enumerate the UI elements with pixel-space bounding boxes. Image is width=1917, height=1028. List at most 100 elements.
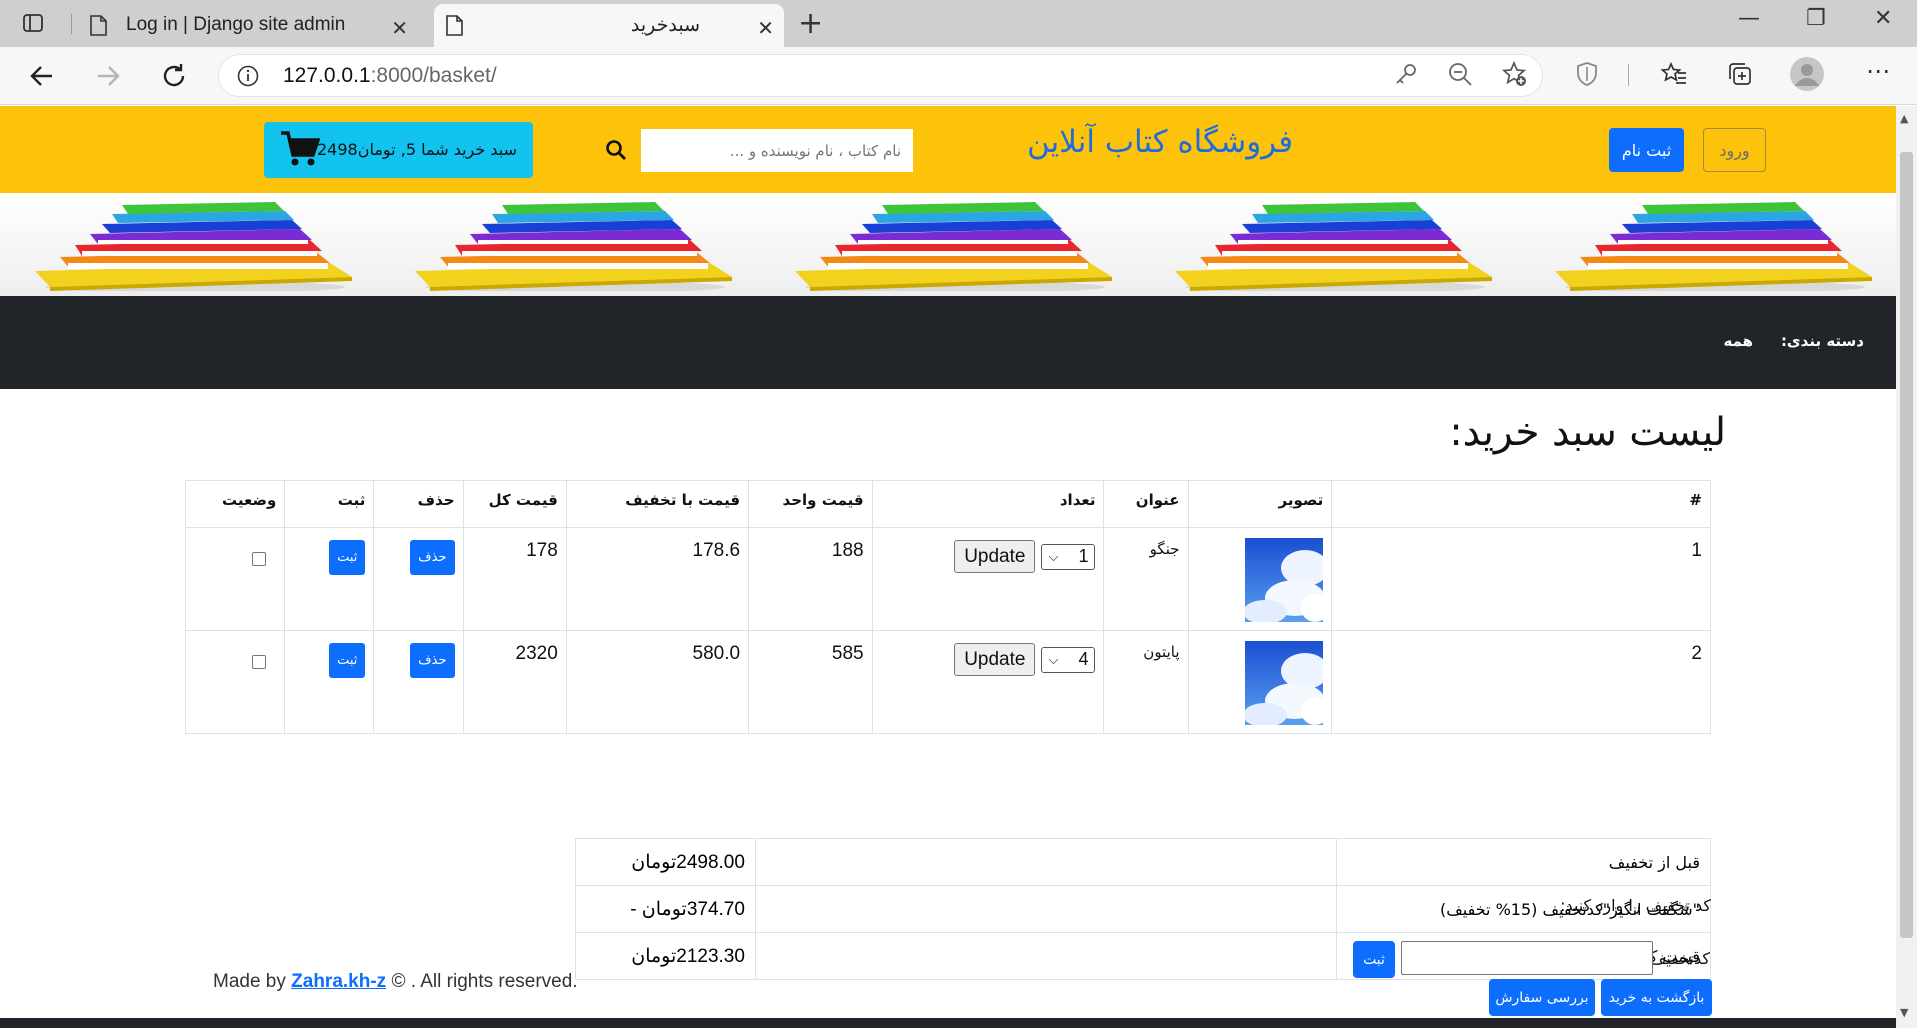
discounted-price: 580.0 (565, 630, 750, 734)
key-icon[interactable] (1392, 60, 1420, 88)
window-close-icon[interactable]: ✕ (1874, 6, 1892, 31)
back-arrow-icon[interactable] (26, 60, 58, 92)
books-banner (0, 193, 1896, 296)
add-favorite-icon[interactable] (1500, 60, 1528, 88)
info-icon[interactable] (237, 65, 259, 87)
column-header: عنوان (1103, 480, 1189, 528)
close-icon[interactable]: ✕ (757, 16, 774, 41)
tab-title: Log in | Django site admin (126, 14, 346, 35)
footer-prefix: Made by (213, 971, 286, 992)
author-link[interactable]: Zahra.kh-z (291, 971, 386, 992)
column-header: ثبت (284, 480, 375, 528)
submit-button[interactable]: ثبت (329, 643, 366, 678)
column-header: تعداد (871, 480, 1105, 528)
submit-button[interactable]: ثبت (329, 540, 366, 575)
books-illustration (1555, 202, 1872, 291)
totals-spacer (754, 838, 1338, 886)
status-cell (184, 630, 286, 734)
chevron-down-icon: ⌵ (1048, 651, 1059, 667)
column-header: # (1331, 480, 1711, 528)
scroll-down-icon[interactable]: ▼ (1900, 1006, 1908, 1019)
table-row: 2 پایتون Update ⌵ 4 585 580.0 2320 حذف ثب… (184, 630, 1711, 734)
discount-submit-button[interactable]: ثبت (1353, 941, 1395, 978)
row-index: 2 (1331, 630, 1711, 734)
books-illustration (795, 202, 1112, 291)
review-order-button[interactable]: بررسی سفارش (1489, 979, 1595, 1016)
quantity-cell: Update ⌵ 1 (871, 527, 1105, 631)
delete-cell: حذف (373, 630, 464, 734)
quantity-select[interactable]: ⌵ 1 (1041, 543, 1096, 570)
status-checkbox[interactable] (252, 552, 267, 566)
status-checkbox[interactable] (252, 655, 267, 669)
page-scrollbar[interactable]: ▲ ▼ (1896, 106, 1917, 1028)
table-row: 1 جنگو Update ⌵ 1 188 178.6 178 حذف ثبت (184, 527, 1711, 631)
signup-button[interactable]: ثبت نام (1609, 128, 1684, 172)
tab-actions-icon[interactable] (22, 12, 44, 34)
submit-cell: ثبت (284, 527, 375, 631)
cart-label: سبد خرید شما 5, تومان2498 (317, 140, 517, 159)
totals-label: قبل از تخفیف (1336, 838, 1711, 886)
tab-title: سبدخرید (630, 15, 700, 36)
tab-basket[interactable]: سبدخرید ✕ (434, 4, 784, 47)
new-tab-icon[interactable]: + (798, 6, 823, 41)
total-price: 178 (462, 527, 567, 631)
cart-button[interactable]: سبد خرید شما 5, تومان2498 (264, 122, 533, 178)
scroll-up-icon[interactable]: ▲ (1900, 112, 1908, 125)
login-button[interactable]: ورود (1703, 128, 1766, 172)
discount-field-label: کدتخفیف: (1644, 949, 1710, 968)
books-illustration (35, 202, 352, 291)
totals-value: 2123.30تومان (575, 932, 756, 980)
forward-arrow-icon[interactable] (92, 60, 124, 92)
quantity-select[interactable]: ⌵ 4 (1041, 646, 1096, 673)
back-to-shop-button[interactable]: بازگشت به خرید (1601, 979, 1712, 1016)
reload-icon[interactable] (158, 60, 190, 92)
books-illustration (415, 202, 732, 291)
page-content: ورود ثبت نام فروشگاه کتاب آنلاین سبد خری… (0, 106, 1896, 1028)
footer: Made by Zahra.kh-z © . All rights reserv… (213, 971, 578, 993)
footer-suffix: © . All rights reserved. (391, 971, 578, 992)
totals-spacer (754, 885, 1338, 933)
totals-row: "شگفت انگیز"کدتخفیف (15% تخفیف) 374.70تو… (575, 885, 1711, 933)
discount-prompt: کد تخفیف را وارد کنید: (1560, 896, 1711, 915)
collections-icon[interactable] (1726, 60, 1754, 88)
totals-row: قبل از تخفیف 2498.00تومان (575, 838, 1711, 886)
update-button[interactable]: Update (954, 643, 1036, 676)
url-text: 127.0.0.1:8000/basket/ (283, 64, 497, 87)
restore-icon[interactable]: ❐ (1806, 6, 1826, 31)
column-header: قیمت کل (462, 480, 567, 528)
discount-code-input[interactable] (1401, 941, 1653, 975)
row-index: 1 (1331, 527, 1711, 631)
shield-icon[interactable] (1573, 60, 1601, 88)
profile-avatar[interactable] (1789, 56, 1825, 92)
category-label: دسته بندی: (1780, 332, 1864, 350)
delete-button[interactable]: حذف (410, 643, 455, 678)
favorites-icon[interactable] (1660, 60, 1688, 88)
zoom-out-icon[interactable] (1446, 60, 1474, 88)
column-header: وضعیت (184, 480, 286, 528)
more-menu-icon[interactable]: ⋯ (1866, 57, 1890, 85)
delete-button[interactable]: حذف (410, 540, 455, 575)
close-icon[interactable]: ✕ (391, 16, 408, 41)
search-input[interactable] (641, 129, 913, 172)
category-all-link[interactable]: همه (1723, 332, 1753, 350)
book-thumbnail[interactable] (1243, 641, 1330, 727)
address-bar[interactable]: 127.0.0.1:8000/basket/ (218, 54, 1543, 97)
book-title: پایتون (1103, 630, 1189, 734)
toolbar-divider (1628, 64, 1629, 86)
totals-value: 374.70تومان - (575, 885, 756, 933)
table-header-row: # تصویر عنوان تعداد قیمت واحد قیمت با تخ… (184, 480, 1711, 528)
scroll-thumb[interactable] (1900, 152, 1913, 938)
update-button[interactable]: Update (954, 540, 1036, 573)
page-title: لیست سبد خرید: (1449, 410, 1726, 455)
book-thumbnail[interactable] (1243, 538, 1330, 624)
column-header: تصویر (1187, 480, 1333, 528)
unit-price: 585 (748, 630, 873, 734)
quantity-value: 1 (1078, 546, 1089, 566)
search-icon[interactable] (605, 139, 627, 161)
category-bar: دسته بندی: همه (0, 296, 1896, 389)
minimize-icon[interactable]: — (1738, 6, 1760, 31)
site-title[interactable]: فروشگاه کتاب آنلاین (1027, 124, 1293, 160)
site-header: ورود ثبت نام فروشگاه کتاب آنلاین سبد خری… (0, 106, 1896, 193)
tab-separator (71, 14, 72, 34)
tab-django-admin[interactable]: Log in | Django site admin ✕ (78, 4, 418, 47)
